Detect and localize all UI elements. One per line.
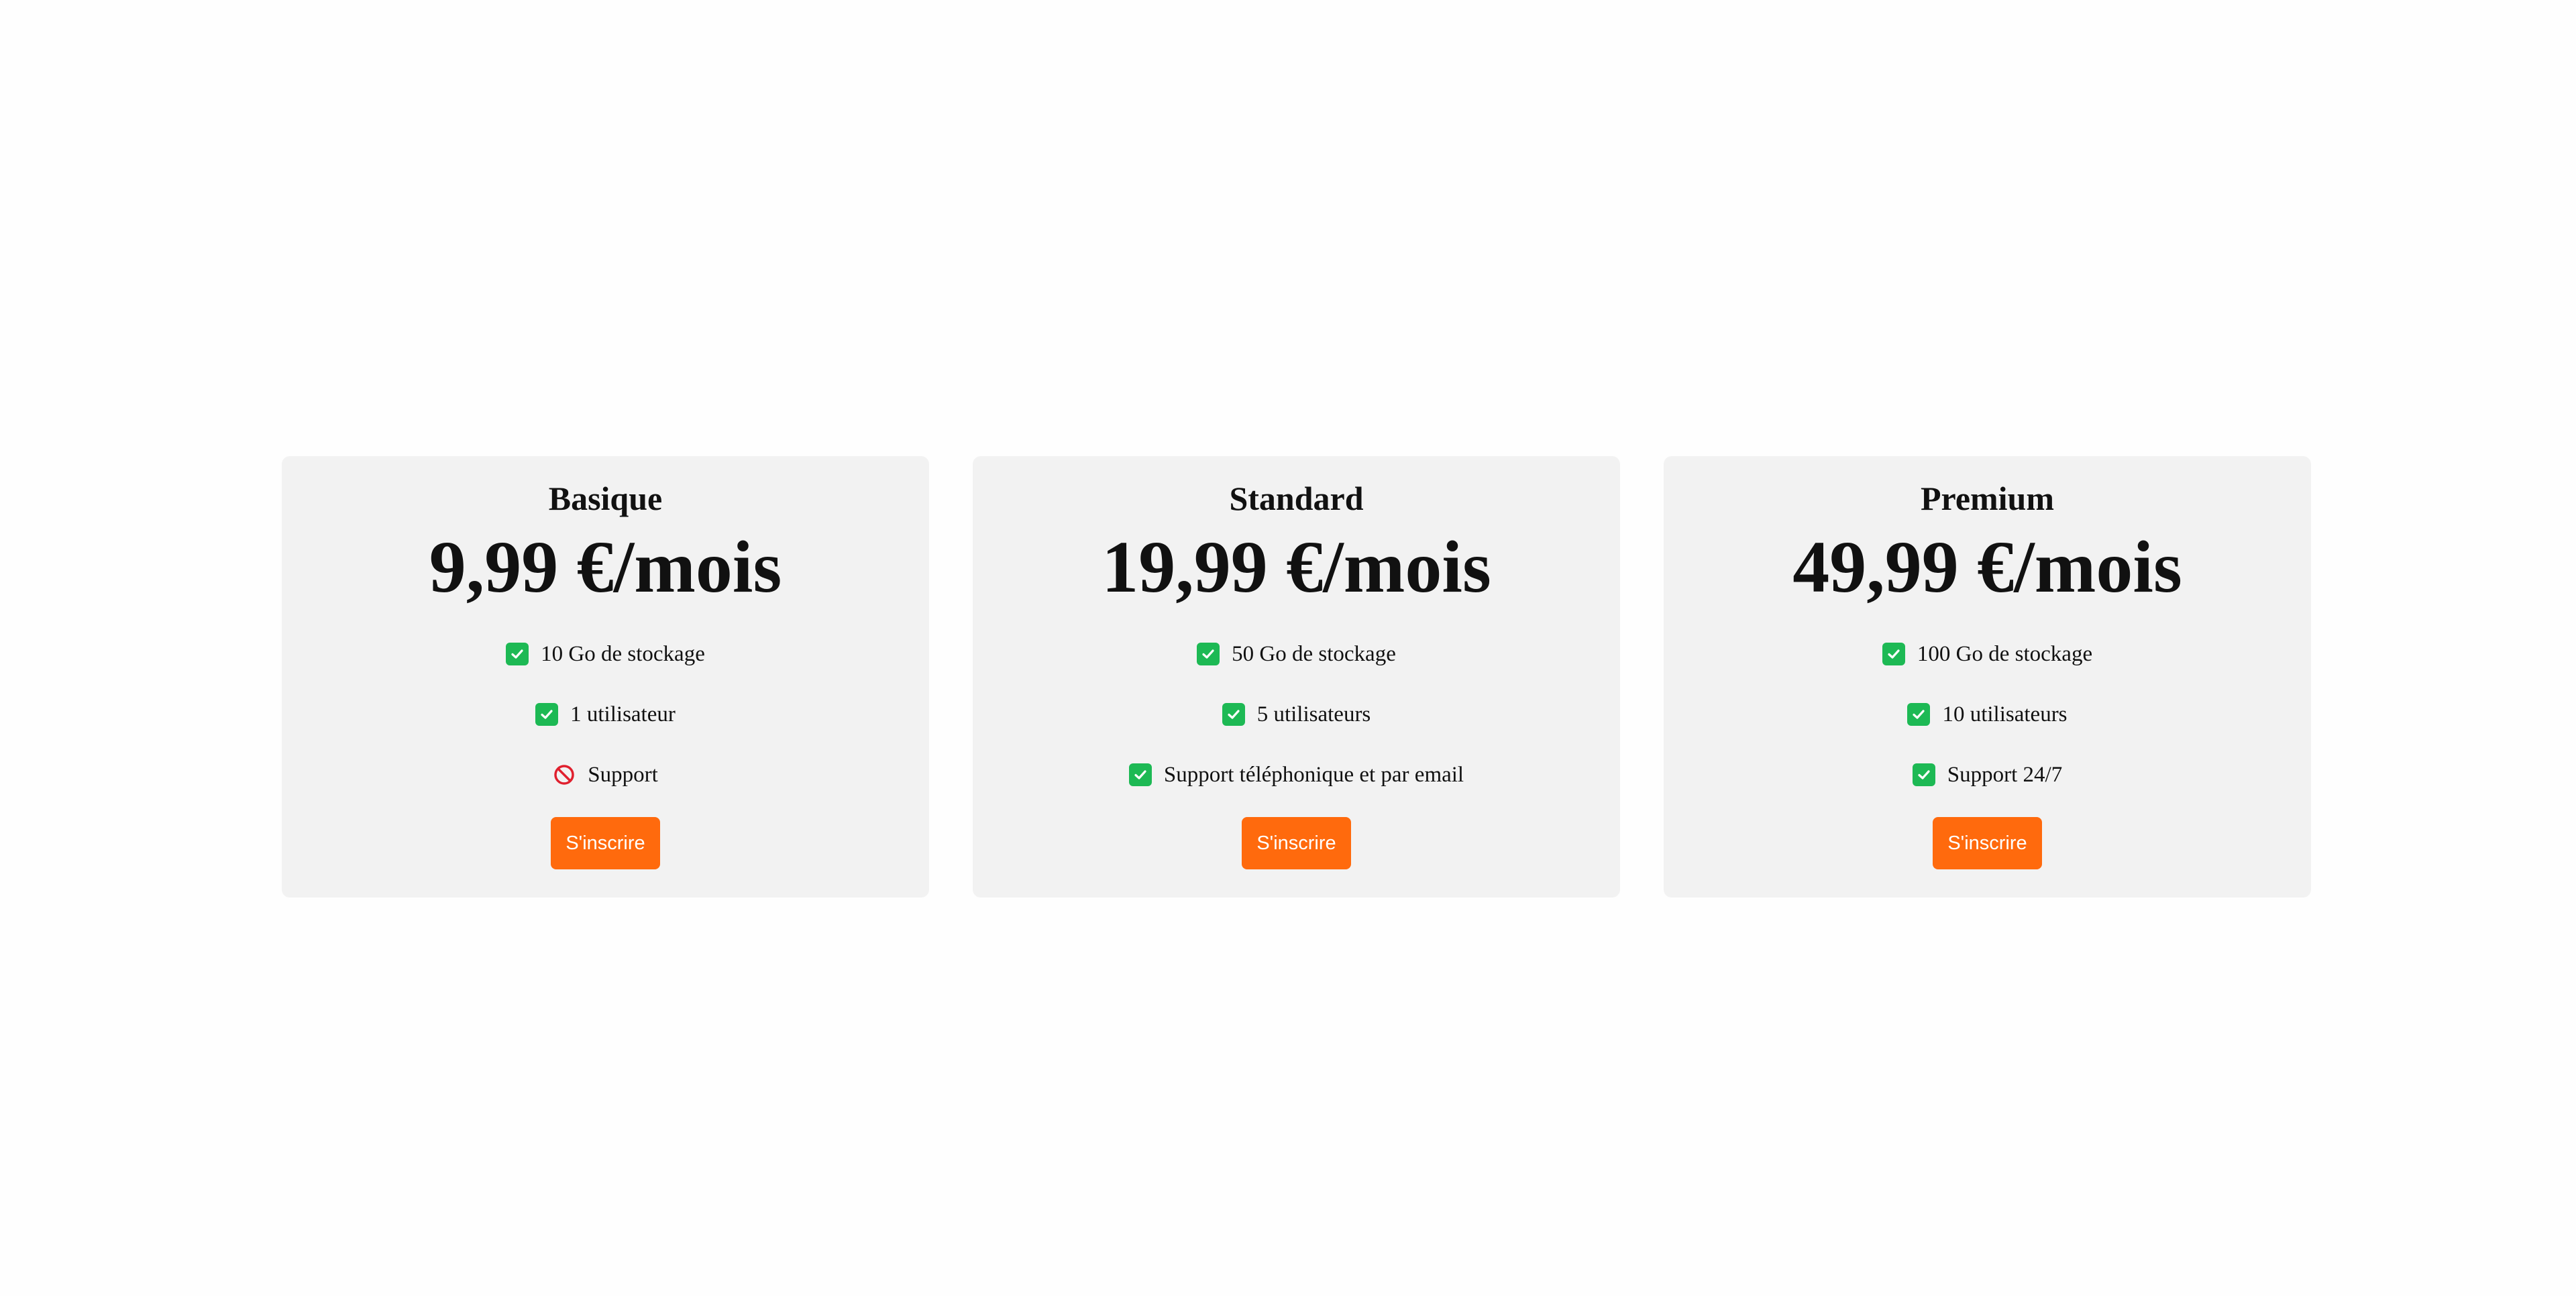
pricing-card-basique: Basique 9,99 €/mois 10 Go de stockage 1 … [282, 456, 929, 898]
check-icon [1197, 643, 1220, 665]
subscribe-button[interactable]: S'inscrire [551, 817, 660, 869]
feature-item: Support téléphonique et par email [1128, 745, 1464, 805]
feature-label: 100 Go de stockage [1917, 641, 2093, 666]
pricing-card-standard: Standard 19,99 €/mois 50 Go de stockage … [973, 456, 1620, 898]
feature-item: Support 24/7 [1912, 745, 2063, 805]
pricing-page: Basique 9,99 €/mois 10 Go de stockage 1 … [0, 0, 2576, 1296]
feature-label: 10 Go de stockage [541, 641, 705, 666]
feature-item: 5 utilisateurs [1222, 684, 1371, 745]
subscribe-button[interactable]: S'inscrire [1242, 817, 1351, 869]
feature-item: 10 Go de stockage [506, 624, 705, 684]
check-icon [535, 703, 559, 726]
check-icon [1882, 643, 1905, 665]
check-icon [506, 643, 529, 665]
plan-name: Basique [548, 480, 663, 517]
feature-item: 100 Go de stockage [1882, 624, 2092, 684]
subscribe-button[interactable]: S'inscrire [1933, 817, 2042, 869]
feature-label: Support 24/7 [1947, 762, 2063, 787]
feature-item: Support [553, 745, 658, 805]
check-icon [1912, 763, 1935, 786]
plan-name: Premium [1920, 480, 2055, 517]
feature-item: 1 utilisateur [535, 684, 676, 745]
feature-label: 50 Go de stockage [1232, 641, 1396, 666]
plan-price: 19,99 €/mois [1102, 526, 1491, 608]
feature-label: 5 utilisateurs [1256, 702, 1371, 726]
feature-label: Support téléphonique et par email [1163, 762, 1464, 787]
check-icon [1907, 703, 1931, 726]
prohibited-icon [553, 763, 576, 786]
feature-item: 10 utilisateurs [1907, 684, 2068, 745]
feature-item: 50 Go de stockage [1197, 624, 1396, 684]
feature-label: 1 utilisateur [570, 702, 676, 726]
plan-price: 9,99 €/mois [429, 526, 782, 608]
plan-price: 49,99 €/mois [1792, 526, 2182, 608]
pricing-card-premium: Premium 49,99 €/mois 100 Go de stockage … [1664, 456, 2311, 898]
feature-label: Support [588, 762, 658, 787]
check-icon [1128, 763, 1152, 786]
pricing-cards: Basique 9,99 €/mois 10 Go de stockage 1 … [282, 456, 2311, 898]
feature-list: 100 Go de stockage 10 utilisateurs Suppo… [1882, 624, 2092, 805]
plan-name: Standard [1229, 480, 1364, 517]
feature-list: 10 Go de stockage 1 utilisateur Support [506, 624, 705, 805]
feature-list: 50 Go de stockage 5 utilisateurs Support… [1128, 624, 1464, 805]
check-icon [1222, 703, 1245, 726]
feature-label: 10 utilisateurs [1942, 702, 2068, 726]
